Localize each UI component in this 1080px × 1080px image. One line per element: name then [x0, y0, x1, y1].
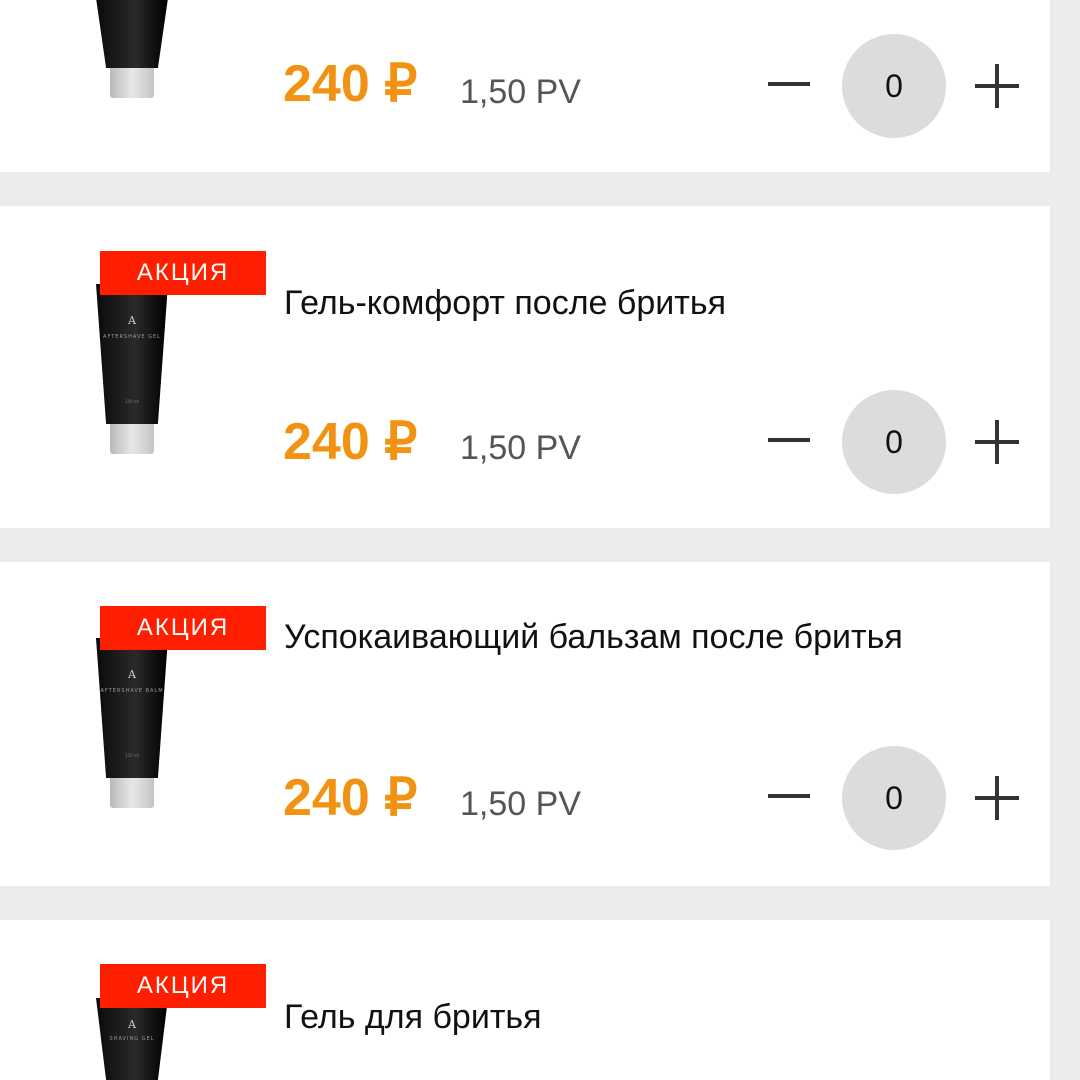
plus-icon[interactable] [975, 64, 1019, 108]
quantity-value: 0 [842, 746, 946, 850]
price: 240 ₽ [283, 769, 418, 827]
tube-cap [110, 424, 154, 454]
tube-body [96, 0, 168, 68]
promo-badge: АКЦИЯ [100, 251, 266, 295]
promo-badge: АКЦИЯ [100, 606, 266, 650]
product-tube-image: A AFTERSHAVE BALM 150 ml [84, 628, 180, 828]
price: 240 ₽ [283, 55, 418, 113]
logo-icon: A [128, 668, 136, 681]
product-card[interactable]: A AFTERSHAVE BALM 150 ml АКЦИЯ Успокаива… [0, 562, 1050, 886]
pv-value: 1,50 PV [460, 73, 581, 111]
tube-label: AFTERSHAVE BALM [100, 688, 164, 694]
minus-icon[interactable] [768, 438, 810, 442]
minus-icon[interactable] [768, 794, 810, 798]
tube-small-text: 150 ml [125, 753, 139, 758]
tube-cap [110, 68, 154, 98]
plus-icon[interactable] [975, 776, 1019, 820]
pv-value: 1,50 PV [460, 785, 581, 823]
logo-icon: A [128, 1018, 136, 1031]
product-card[interactable]: 240 ₽ 1,50 PV 0 [0, 0, 1050, 172]
tube-cap [110, 778, 154, 808]
product-card[interactable]: A SHAVING GEL АКЦИЯ Гель для бритья [0, 920, 1050, 1080]
product-name[interactable]: Успокаивающий бальзам после бритья [284, 612, 924, 662]
product-name[interactable]: Гель для бритья [284, 992, 924, 1042]
promo-badge: АКЦИЯ [100, 964, 266, 1008]
tube-label: AFTERSHAVE GEL [103, 334, 161, 340]
tube-label: SHAVING GEL [109, 1036, 155, 1042]
pv-value: 1,50 PV [460, 429, 581, 467]
product-name[interactable]: Гель-комфорт после бритья [284, 278, 924, 328]
tube-small-text: 150 ml [125, 399, 139, 404]
product-card[interactable]: A AFTERSHAVE GEL 150 ml АКЦИЯ Гель-комфо… [0, 206, 1050, 528]
product-tube-image: A AFTERSHAVE GEL 150 ml [84, 274, 180, 474]
minus-icon[interactable] [768, 82, 810, 86]
quantity-value: 0 [842, 34, 946, 138]
product-list-screen: 240 ₽ 1,50 PV 0 A AFTERSHAVE GEL 150 ml … [0, 0, 1080, 1080]
product-tube-image [84, 0, 180, 123]
quantity-value: 0 [842, 390, 946, 494]
price: 240 ₽ [283, 413, 418, 471]
logo-icon: A [128, 314, 136, 327]
plus-icon[interactable] [975, 420, 1019, 464]
